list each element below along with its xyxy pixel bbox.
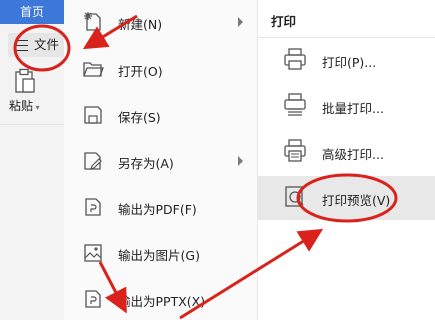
submenu-item-batch-print[interactable]: 批量打印... [258,84,435,128]
submenu-item-print-preview-label: 打印预览(V) [322,193,391,208]
paste-icon[interactable] [14,68,36,94]
toolbar-divider [0,124,64,125]
menu-item-export-image[interactable]: 输出为图片(G) [64,238,257,268]
save-icon [84,106,102,124]
save-as-icon [84,152,102,170]
file-menu-button[interactable]: 文件 [8,33,68,57]
file-menu: 新建(N) 打开(O) 保存(S) 另存为(A) 输出为PDF(F) 输出为图片… [64,0,258,320]
menu-item-export-pptx[interactable]: 输出为PPTX(X) [64,284,257,314]
submenu-item-advanced-print-label: 高级打印... [322,147,384,162]
menu-item-save-label: 保存(S) [118,110,161,125]
submenu-item-batch-print-label: 批量打印... [322,101,384,116]
left-toolbar: 首页 文件 粘贴 ▾ [0,0,68,320]
submenu-item-print[interactable]: 打印(P)... [258,38,435,82]
batch-print-icon [284,93,306,116]
folder-open-icon [83,62,104,77]
menu-item-export-pdf[interactable]: 输出为PDF(F) [64,192,257,222]
menu-item-export-image-label: 输出为图片(G) [118,248,200,263]
pdf-export-icon [85,198,101,216]
hamburger-icon [16,40,28,51]
menu-item-new-label: 新建(N) [118,17,163,32]
menu-item-open-label: 打开(O) [118,64,163,79]
advanced-print-icon [284,139,306,162]
menu-item-save-as-label: 另存为(A) [118,156,174,171]
image-export-icon [84,244,102,262]
menu-item-new[interactable]: 新建(N) [64,7,257,37]
printer-icon [284,48,306,70]
menu-item-save[interactable]: 保存(S) [64,100,257,130]
file-button-label: 文件 [34,37,60,52]
print-submenu: 打印 打印(P)... 批量打印... 高级打印... 打印预览(V) [258,0,435,320]
print-preview-icon [285,186,304,207]
paste-label[interactable]: 粘贴 ▾ [9,97,40,114]
submenu-item-advanced-print[interactable]: 高级打印... [258,130,435,174]
submenu-title: 打印 [271,14,297,29]
new-file-icon [84,12,101,31]
tab-home[interactable]: 首页 [0,0,64,24]
pptx-export-icon [85,290,101,308]
submenu-item-print-preview[interactable]: 打印预览(V) [258,176,435,220]
submenu-arrow-icon [238,156,243,166]
menu-item-export-pptx-label: 输出为PPTX(X) [118,294,206,309]
menu-item-save-as[interactable]: 另存为(A) [64,146,257,176]
submenu-arrow-icon [238,17,243,27]
menu-item-open[interactable]: 打开(O) [64,54,257,84]
submenu-item-print-label: 打印(P)... [322,55,377,70]
menu-item-export-pdf-label: 输出为PDF(F) [118,202,197,217]
